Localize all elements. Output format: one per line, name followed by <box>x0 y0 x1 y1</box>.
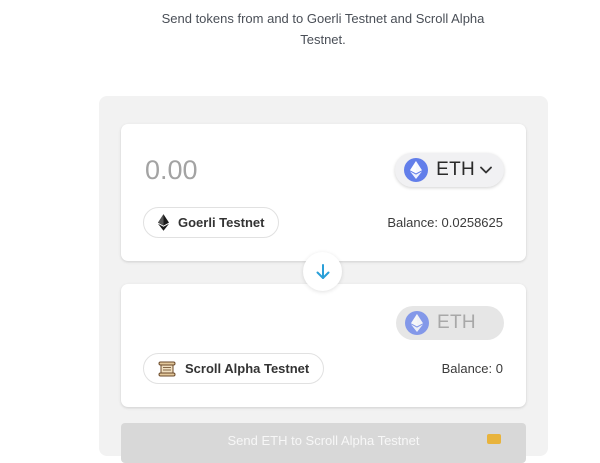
arrow-down-icon <box>314 263 332 281</box>
from-balance: Balance: 0.0258625 <box>387 215 503 230</box>
subtitle-line-2: Testnet. <box>300 32 346 47</box>
ethereum-icon <box>158 214 169 231</box>
from-token-symbol: ETH <box>436 159 475 180</box>
to-token-select: ETH <box>396 306 504 340</box>
corner-widget <box>487 434 501 444</box>
subtitle-line-1: Send tokens from and to Goerli Testnet a… <box>161 11 485 26</box>
from-token-card: ETH Goerli Testnet Balance: 0.0258625 <box>121 124 526 261</box>
to-token-card: ETH Scroll Alpha Testnet Balance: 0 <box>121 284 526 407</box>
ethereum-icon <box>405 311 429 335</box>
chevron-down-icon <box>480 166 492 174</box>
from-network-pill[interactable]: Goerli Testnet <box>143 207 280 238</box>
from-network-label: Goerli Testnet <box>178 215 265 230</box>
ethereum-icon <box>404 158 429 182</box>
to-network-pill[interactable]: Scroll Alpha Testnet <box>143 353 325 384</box>
to-balance: Balance: 0 <box>441 361 503 376</box>
send-button[interactable]: Send ETH to Scroll Alpha Testnet <box>121 423 526 463</box>
to-token-symbol: ETH <box>437 312 476 333</box>
scroll-icon <box>158 361 176 377</box>
amount-input[interactable] <box>145 152 325 188</box>
to-network-label: Scroll Alpha Testnet <box>185 361 310 376</box>
swap-direction-button[interactable] <box>303 252 342 291</box>
page-subtitle: Send tokens from and to Goerli Testnet a… <box>0 8 600 50</box>
from-token-select[interactable]: ETH <box>395 153 504 187</box>
